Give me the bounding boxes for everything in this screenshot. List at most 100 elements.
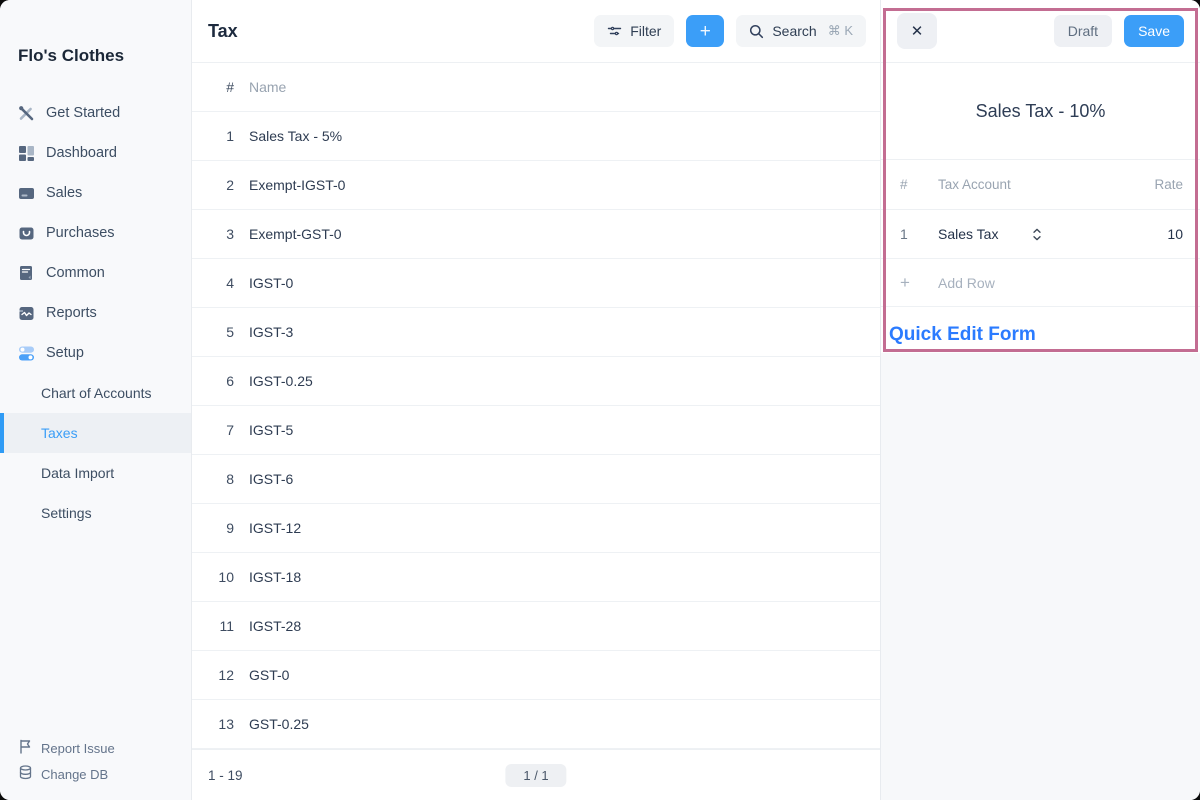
- change-db-link[interactable]: Change DB: [18, 761, 115, 787]
- sidebar-item-reports[interactable]: Reports: [0, 293, 191, 333]
- add-tax-button[interactable]: +: [686, 15, 724, 47]
- table-row[interactable]: 13 GST-0.25: [192, 700, 880, 749]
- sidebar-item-label: Reports: [46, 305, 97, 321]
- table-row[interactable]: 6 IGST-0.25: [192, 357, 880, 406]
- close-button[interactable]: ✕: [897, 13, 937, 49]
- detail-table-row: 1 Sales Tax 10: [881, 210, 1200, 259]
- row-range: 1 - 19: [208, 768, 243, 783]
- sidebar-item-chart-of-accounts[interactable]: Chart of Accounts: [0, 373, 191, 413]
- tax-list-body: 1Sales Tax - 5% 2 Exempt-IGST-0 3 Exempt-GST…: [192, 112, 880, 749]
- row-index: 8: [208, 471, 234, 487]
- table-row[interactable]: 4IGST-0: [192, 259, 880, 308]
- row-index: 4: [208, 275, 234, 291]
- row-index: 5: [208, 324, 234, 340]
- list-toolbar: Filter + Search ⌘ K: [594, 15, 866, 47]
- table-row[interactable]: 1Sales Tax - 5%: [192, 112, 880, 161]
- quick-edit-panel: ✕ Draft Save Sales Tax - 10% # Tax Accou…: [880, 0, 1200, 800]
- list-header-bar: Tax Filter + Search ⌘ K: [192, 0, 880, 63]
- search-shortcut: ⌘ K: [828, 23, 853, 39]
- row-name: IGST-12: [249, 520, 301, 536]
- list-footer: 1 - 19 1 / 1: [192, 749, 880, 800]
- row-index: 2: [208, 177, 234, 193]
- sidebar-item-data-import[interactable]: Data Import: [0, 453, 191, 493]
- tax-name-field[interactable]: Sales Tax - 10%: [976, 101, 1106, 122]
- table-row[interactable]: 5IGST-3: [192, 308, 880, 357]
- sidebar-item-label: Get Started: [46, 105, 120, 121]
- table-header: # Name: [192, 63, 880, 112]
- sidebar-item-label: Purchases: [46, 225, 115, 241]
- plus-icon: +: [700, 22, 711, 41]
- page-title: Tax: [208, 21, 238, 42]
- sidebar-item-label: Common: [46, 265, 105, 281]
- quick-edit-title-section: Sales Tax - 10%: [881, 63, 1200, 160]
- report-issue-label: Report Issue: [41, 741, 115, 756]
- table-row[interactable]: 7IGST-5: [192, 406, 880, 455]
- company-title: Flo's Clothes: [0, 0, 191, 66]
- sidebar-item-sales[interactable]: Sales: [0, 173, 191, 213]
- flag-icon: [18, 739, 33, 757]
- table-row[interactable]: 3 Exempt-GST-0: [192, 210, 880, 259]
- filter-label: Filter: [630, 23, 661, 39]
- save-button[interactable]: Save: [1124, 15, 1184, 47]
- row-name: Exempt-IGST-0: [249, 177, 345, 193]
- sidebar-item-purchases[interactable]: Purchases: [0, 213, 191, 253]
- reports-icon: [18, 305, 35, 322]
- search-button[interactable]: Search ⌘ K: [736, 15, 866, 47]
- sidebar-subitem-label: Settings: [41, 505, 92, 521]
- sidebar-item-settings[interactable]: Settings: [0, 493, 191, 533]
- row-name: IGST-18: [249, 569, 301, 585]
- detail-column-account: Tax Account: [938, 177, 1154, 192]
- table-row[interactable]: 9IGST-12: [192, 504, 880, 553]
- tax-account-value: Sales Tax: [938, 226, 998, 242]
- sidebar-item-label: Setup: [46, 345, 84, 361]
- tax-account-select[interactable]: Sales Tax: [938, 226, 1167, 242]
- row-name: IGST-28: [249, 618, 301, 634]
- row-index: 12: [208, 667, 234, 683]
- add-row-button[interactable]: + Add Row: [881, 259, 1200, 307]
- report-issue-link[interactable]: Report Issue: [18, 735, 115, 761]
- row-name: GST-0.25: [249, 716, 309, 732]
- filter-button[interactable]: Filter: [594, 15, 674, 47]
- sidebar-item-label: Dashboard: [46, 145, 117, 161]
- table-row[interactable]: 11 IGST-28: [192, 602, 880, 651]
- close-icon: ✕: [911, 22, 924, 40]
- sidebar-item-label: Sales: [46, 185, 82, 201]
- sidebar-item-common[interactable]: Common: [0, 253, 191, 293]
- rate-field[interactable]: 10: [1167, 226, 1183, 242]
- row-index: 7: [208, 422, 234, 438]
- sidebar: Flo's Clothes Get Started Dashboard Sale…: [0, 0, 192, 800]
- sidebar-item-get-started[interactable]: Get Started: [0, 93, 191, 133]
- sidebar-item-setup[interactable]: Setup: [0, 333, 191, 373]
- row-name: IGST-6: [249, 471, 293, 487]
- detail-column-index: #: [900, 177, 938, 192]
- quick-edit-header: ✕ Draft Save: [881, 0, 1200, 63]
- page-indicator[interactable]: 1 / 1: [505, 764, 566, 787]
- table-row[interactable]: 2 Exempt-IGST-0: [192, 161, 880, 210]
- detail-column-rate: Rate: [1154, 177, 1183, 192]
- table-row[interactable]: 10IGST-18: [192, 553, 880, 602]
- column-index: #: [208, 79, 234, 95]
- table-row[interactable]: 12GST-0: [192, 651, 880, 700]
- tools-icon: [18, 105, 35, 122]
- search-icon: [749, 24, 764, 39]
- row-name: Sales Tax - 5%: [249, 128, 342, 144]
- sidebar-item-taxes[interactable]: Taxes: [0, 413, 191, 453]
- tax-list-page: Tax Filter + Search ⌘ K: [192, 0, 880, 800]
- draft-button[interactable]: Draft: [1054, 15, 1112, 47]
- common-icon: [18, 265, 35, 282]
- sidebar-item-dashboard[interactable]: Dashboard: [0, 133, 191, 173]
- add-row-label: Add Row: [938, 275, 995, 291]
- sidebar-nav: Get Started Dashboard Sales Purchases: [0, 93, 191, 533]
- sidebar-subitem-label: Data Import: [41, 465, 114, 481]
- row-index: 6: [208, 373, 234, 389]
- row-name: IGST-0.25: [249, 373, 313, 389]
- row-index: 11: [208, 618, 234, 634]
- row-index: 3: [208, 226, 234, 242]
- row-name: Exempt-GST-0: [249, 226, 342, 242]
- purchases-icon: [18, 225, 35, 242]
- dashboard-icon: [18, 145, 35, 162]
- sidebar-subitem-label: Taxes: [41, 425, 78, 441]
- sales-icon: [18, 185, 35, 202]
- row-index: 13: [208, 716, 234, 732]
- table-row[interactable]: 8 IGST-6: [192, 455, 880, 504]
